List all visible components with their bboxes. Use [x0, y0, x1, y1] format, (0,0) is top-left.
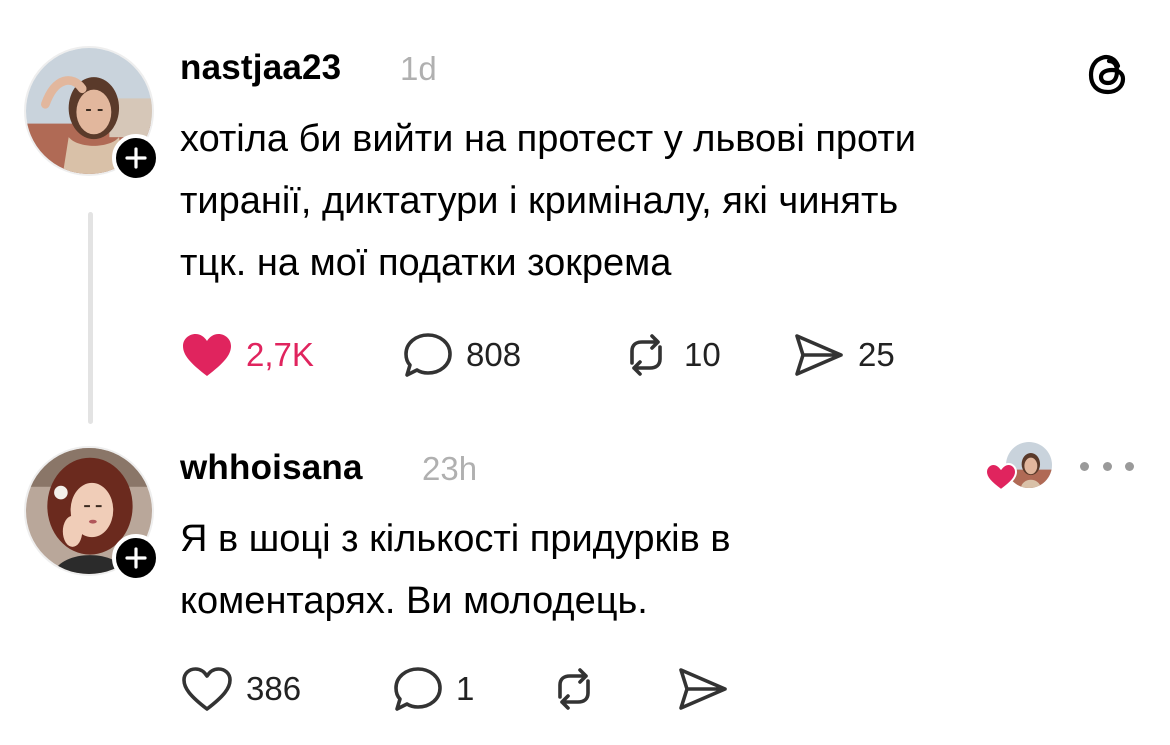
- reply-count: 1: [456, 670, 475, 707]
- share-button[interactable]: [676, 664, 742, 714]
- heart-icon: [984, 462, 1018, 492]
- like-button[interactable]: 386: [180, 664, 392, 714]
- heart-icon: [183, 334, 231, 376]
- heart-icon: [182, 667, 232, 711]
- plus-icon: [125, 547, 147, 569]
- like-count: 386: [246, 670, 302, 707]
- speech-bubble-icon: [404, 333, 452, 377]
- reply-button[interactable]: 808: [402, 330, 620, 380]
- liked-by-author-indicator: [984, 440, 1060, 492]
- post-2-timestamp: 23h: [422, 450, 478, 487]
- post-2-text-line: коментарях. Ви молодець.: [180, 580, 648, 622]
- share-button[interactable]: 25: [792, 330, 895, 380]
- post-2-username[interactable]: whhoisana: [180, 448, 363, 488]
- post-2-text: Я в шоці з кількості придурків в комента…: [180, 508, 731, 632]
- ellipsis-icon: [1080, 461, 1089, 471]
- reply-button[interactable]: 1: [392, 664, 548, 714]
- post-2-text-line: Я в шоці з кількості придурків в: [180, 518, 731, 560]
- repost-arrows-icon: [630, 334, 662, 376]
- post-1-timestamp: 1d: [400, 50, 437, 87]
- post-1-actions: 2,7K 808 10 25: [180, 330, 895, 380]
- ellipsis-icon: [1102, 461, 1112, 471]
- threads-logo-icon: [1082, 48, 1134, 100]
- repost-button[interactable]: [548, 664, 676, 714]
- post-1-avatar-container[interactable]: [24, 46, 160, 182]
- paper-plane-icon: [679, 668, 727, 710]
- repost-count: 10: [684, 336, 721, 373]
- speech-bubble-icon: [394, 667, 442, 711]
- ellipsis-icon: [1125, 461, 1134, 471]
- share-count: 25: [858, 336, 895, 373]
- reply-count: 808: [466, 336, 522, 373]
- post-2-actions: 386 1: [180, 664, 742, 714]
- post-1-username[interactable]: nastjaa23: [180, 48, 341, 88]
- repost-arrows-icon: [558, 668, 590, 710]
- plus-icon: [125, 147, 147, 169]
- repost-button[interactable]: 10: [620, 330, 792, 380]
- paper-plane-icon: [795, 334, 843, 376]
- like-button[interactable]: 2,7K: [180, 330, 402, 380]
- post-1-text-line: тиранії, диктатури і криміналу, які чиня…: [180, 180, 899, 222]
- post-2-avatar-container[interactable]: [24, 446, 160, 582]
- post-1-text-line: хотіла би вийти на протест у львові прот…: [180, 118, 916, 160]
- more-options-button[interactable]: [1080, 452, 1134, 480]
- post-1-text: хотіла би вийти на протест у львові прот…: [180, 108, 916, 294]
- post-1-text-line: тцк. на мої податки зокрема: [180, 242, 672, 284]
- follow-button[interactable]: [112, 534, 160, 582]
- like-count: 2,7K: [246, 336, 314, 373]
- follow-button[interactable]: [112, 134, 160, 182]
- thread-connector-line: [88, 212, 93, 424]
